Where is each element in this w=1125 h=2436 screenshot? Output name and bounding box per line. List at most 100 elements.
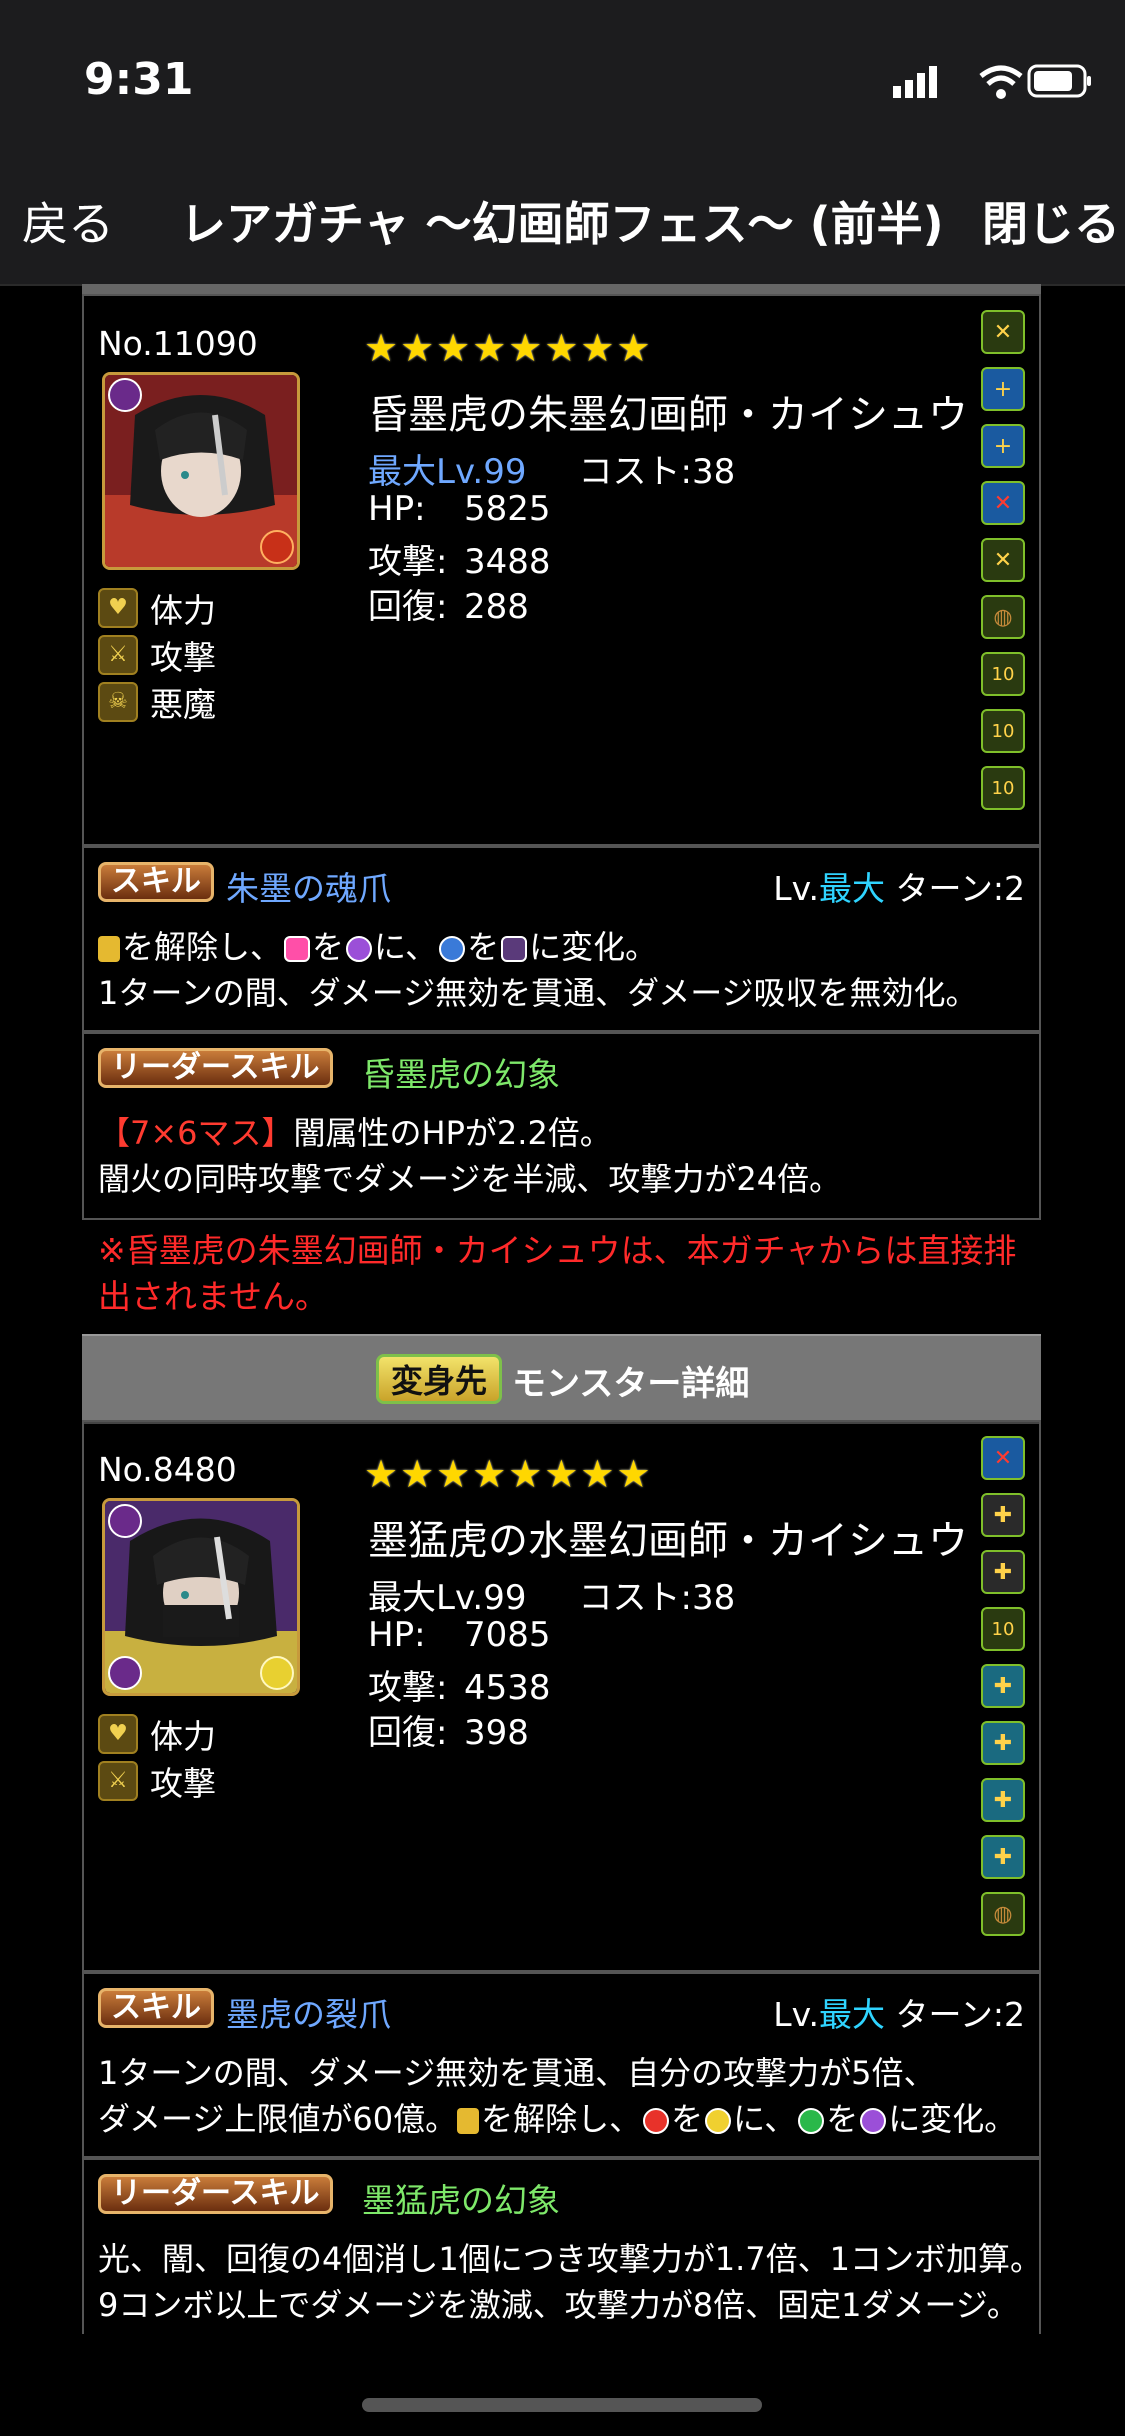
leader-desc-line1: 光、闇、回復の4個消し1個につき攻撃力が1.7倍、1コンボ加算。 xyxy=(98,2240,1042,2278)
home-indicator[interactable] xyxy=(362,2398,762,2412)
hand-plus-icon[interactable]: ✚ xyxy=(981,1550,1025,1594)
hand-plus-icon[interactable]: ✚ xyxy=(981,1493,1025,1537)
monster-portrait[interactable] xyxy=(102,1498,300,1696)
type-list: ♥ 体力 ⚔ 攻撃 ☠ 悪魔 xyxy=(98,584,216,725)
leader-skill-name: 昏墨虎の幻象 xyxy=(362,1055,560,1094)
status-bar: 9:31 xyxy=(0,0,1125,160)
ten-combo-icon[interactable]: 10 xyxy=(981,709,1025,753)
hand-plus-icon[interactable]: ✚ xyxy=(981,1721,1025,1765)
awakening-list: ✕ + + ✕ ✕ ◍ 10 10 10 xyxy=(981,310,1025,823)
type-devil: ☠ 悪魔 xyxy=(98,678,216,725)
skill-desc-line1: を解除し、をに、をに変化。 xyxy=(98,922,657,968)
skill-desc-line1: 1ターンの間、ダメージ無効を貫通、自分の攻撃力が5倍、 xyxy=(98,2054,936,2092)
leader-desc-line2: 闇火の同時攻撃でダメージを半減、攻撃力が24倍。 xyxy=(98,1160,842,1198)
awakening-list: ✕ ✚ ✚ 10 ✚ ✚ ✚ ✚ ◍ xyxy=(981,1436,1025,1949)
transform-title: モンスター詳細 xyxy=(512,1364,750,1404)
monster-portrait[interactable] xyxy=(102,372,300,570)
leader-desc-line1: 【7×6マス】闇属性のHPが2.2倍。 xyxy=(98,1114,612,1152)
rarity-stars: ★★★★★★★★ xyxy=(364,326,653,370)
ten-combo-icon[interactable]: 10 xyxy=(981,652,1025,696)
back-button[interactable]: 戻る xyxy=(22,188,114,254)
skill-name: 墨虎の裂爪 xyxy=(226,1995,391,2034)
hand-plus-icon[interactable]: ✚ xyxy=(981,1778,1025,1822)
wifi-icon xyxy=(979,65,1023,99)
leader-skill-card: リーダースキル 墨猛虎の幻象 光、闇、回復の4個消し1個につき攻撃力が1.7倍、… xyxy=(82,2156,1042,2334)
close-button[interactable]: 閉じる xyxy=(982,188,1120,254)
hand-plus-icon[interactable]: ✚ xyxy=(981,1835,1025,1879)
level-cost-row: 最大Lv.99 コスト:38 xyxy=(368,444,735,493)
monster-number: No.8480 xyxy=(98,1450,237,1489)
type-attack: ⚔ 攻撃 xyxy=(98,1757,216,1804)
type-list: ♥ 体力 ⚔ 攻撃 xyxy=(98,1710,216,1804)
monster-card: No.8480 ★★★★★★★★ 墨猛虎の水墨幻画師・カイシュウ 最大Lv.99… xyxy=(82,1420,1041,1974)
lock-orb-icon xyxy=(98,936,120,962)
max-level: 最大Lv.99 xyxy=(368,452,527,492)
attack-type-icon: ⚔ xyxy=(98,634,138,675)
skill-boost-icon[interactable]: + xyxy=(981,424,1025,468)
hp-stat: HP: 5825 xyxy=(368,489,551,529)
attack-type-icon: ⚔ xyxy=(98,1760,138,1801)
devil-type-icon: ☠ xyxy=(98,681,138,722)
sword-x-icon[interactable]: ✕ xyxy=(981,310,1025,354)
skill-level-turn: Lv.最大 ターン:2 xyxy=(773,869,1025,908)
level-cost-row: 最大Lv.99 コスト:38 xyxy=(368,1570,735,1619)
health-type-icon: ♥ xyxy=(98,587,138,628)
page-title: レアガチャ 〜幻画師フェス〜 (前半) xyxy=(180,197,944,251)
wood-orb-icon xyxy=(798,2108,825,2134)
atk-stat: 攻撃: 4538 xyxy=(368,1668,551,1708)
jammer-orb-icon xyxy=(439,936,466,962)
max-level: 最大Lv.99 xyxy=(368,1578,527,1618)
health-type-icon: ♥ xyxy=(98,1713,138,1754)
type-health: ♥ 体力 xyxy=(98,1710,216,1757)
transform-header: 変身先 モンスター詳細 xyxy=(82,1334,1041,1424)
section-top-divider xyxy=(82,284,1041,294)
skill-desc-line2: ダメージ上限値が60億。 を解除し、をに、をに変化。 xyxy=(98,2100,1017,2138)
monster-card: No.11090 ★★★★★★★★ 昏墨虎の朱墨幻画師・カイシュウ 最大Lv.9… xyxy=(82,294,1041,848)
cost: コスト:38 xyxy=(578,452,736,492)
leader-skill-name: 墨猛虎の幻象 xyxy=(362,2181,560,2220)
atk-stat: 攻撃: 3488 xyxy=(368,542,551,582)
transform-badge: 変身先 xyxy=(376,1354,503,1404)
battery-icon xyxy=(1027,64,1091,98)
fire-orb-icon xyxy=(643,2108,670,2134)
cellular-icon xyxy=(893,86,901,98)
active-skill-card: スキル 墨虎の裂爪 Lv.最大 ターン:2 1ターンの間、ダメージ無効を貫通、自… xyxy=(82,1970,1041,2160)
leader-skill-badge: リーダースキル xyxy=(98,1048,333,1088)
ten-combo-icon[interactable]: 10 xyxy=(981,766,1025,810)
skill-desc-line2: 1ターンの間、ダメージ無効を貫通、ダメージ吸収を無効化。 xyxy=(98,974,978,1012)
skill-badge: スキル xyxy=(98,1988,214,2028)
cost: コスト:38 xyxy=(578,1578,736,1618)
sword-x-icon[interactable]: ✕ xyxy=(981,538,1025,582)
skill-badge: スキル xyxy=(98,862,214,902)
skill-level-turn: Lv.最大 ターン:2 xyxy=(773,1995,1025,2034)
leader-skill-card: リーダースキル 昏墨虎の幻象 【7×6マス】闇属性のHPが2.2倍。 闇火の同時… xyxy=(82,1030,1041,1220)
hand-plus-icon[interactable]: ✚ xyxy=(981,1664,1025,1708)
hp-stat: HP: 7085 xyxy=(368,1615,551,1655)
nav-bar: 戻る レアガチャ 〜幻画師フェス〜 (前半) 閉じる xyxy=(0,160,1125,286)
type-health: ♥ 体力 xyxy=(98,584,216,631)
rcv-stat: 回復: 288 xyxy=(368,587,529,627)
type-attack: ⚔ 攻撃 xyxy=(98,631,216,678)
ten-combo-icon[interactable]: 10 xyxy=(981,1607,1025,1651)
barrel-icon[interactable]: ◍ xyxy=(981,595,1025,639)
skill-boost-icon[interactable]: + xyxy=(981,367,1025,411)
dark-orb-icon xyxy=(346,936,373,962)
bind-resist-icon[interactable]: ✕ xyxy=(981,1436,1025,1480)
content-area[interactable]: No.11090 ★★★★★★★★ 昏墨虎の朱墨幻画師・カイシュウ 最大Lv.9… xyxy=(0,284,1125,2334)
skill-name: 朱墨の魂爪 xyxy=(226,869,391,908)
heart-orb-icon xyxy=(284,936,311,962)
status-time: 9:31 xyxy=(84,54,194,105)
dark-orb-icon xyxy=(860,2108,887,2134)
gacha-note: ※昏墨虎の朱墨幻画師・カイシュウは、本ガチャからは直接排 出されません。 xyxy=(98,1231,1017,1316)
light-orb-icon xyxy=(705,2108,732,2134)
monster-name: 昏墨虎の朱墨幻画師・カイシュウ xyxy=(368,392,968,438)
leader-skill-badge: リーダースキル xyxy=(98,2174,333,2214)
status-icons xyxy=(893,64,1091,99)
poison-orb-icon xyxy=(501,936,528,962)
barrel-icon[interactable]: ◍ xyxy=(981,1892,1025,1936)
rcv-stat: 回復: 398 xyxy=(368,1713,529,1753)
bind-resist-icon[interactable]: ✕ xyxy=(981,481,1025,525)
leader-desc-line2: 9コンボ以上でダメージを激減、攻撃力が8倍、固定1ダメージ。 xyxy=(98,2286,1019,2324)
rarity-stars: ★★★★★★★★ xyxy=(364,1452,653,1496)
monster-number: No.11090 xyxy=(98,324,258,363)
